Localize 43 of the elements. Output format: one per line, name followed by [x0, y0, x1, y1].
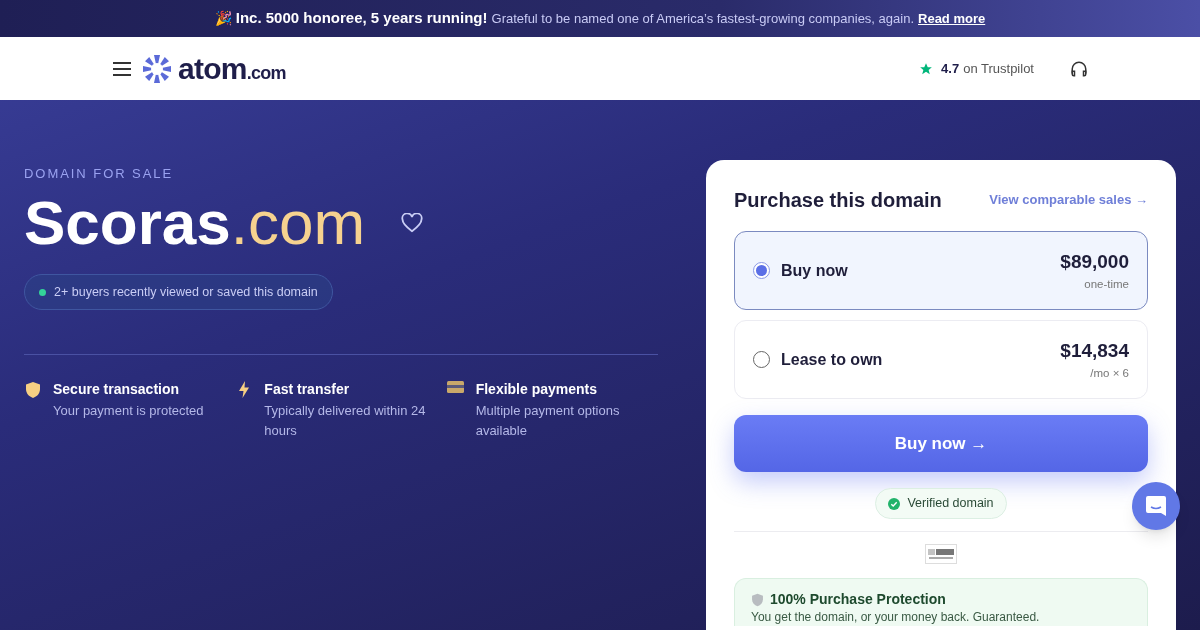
price-option[interactable]: Buy now $89,000 one-time [734, 231, 1148, 310]
verified-text: Verified domain [907, 495, 994, 513]
comparable-sales-link[interactable]: View comparable sales → [989, 190, 1148, 210]
rating-source: on Trustpilot [963, 59, 1034, 78]
read-more-link[interactable]: Read more [918, 8, 986, 29]
shield-icon [751, 592, 764, 607]
feature-description: Your payment is protected [53, 402, 204, 420]
lightning-icon [237, 381, 250, 398]
activity-text: 2+ buyers recently viewed or saved this domain [54, 283, 318, 301]
announcement-text: Grateful to be named one of America’s fastest-growing companies, again. [491, 9, 914, 28]
radio-button[interactable] [753, 351, 770, 368]
protection-title: 100% Purchase Protection [770, 590, 946, 609]
option-label: Lease to own [781, 349, 883, 370]
credit-card-icon [446, 381, 464, 393]
option-label: Buy now [781, 260, 848, 281]
menu-icon[interactable] [112, 60, 132, 77]
feature-description: Multiple payment options available [475, 402, 621, 440]
wire-transfer-icon [925, 544, 957, 564]
heart-icon[interactable] [401, 213, 424, 233]
rating-value: 4.7 [941, 59, 960, 78]
headset-icon[interactable] [1070, 59, 1088, 78]
option-note: one-time [1084, 277, 1129, 293]
feature-title: Secure transaction [53, 380, 181, 399]
announcement-headline: Inc. 5000 honoree, 5 years running! [235, 8, 488, 29]
star-icon [919, 61, 934, 76]
shield-icon [24, 381, 41, 399]
feature-description: Typically delivered within 24 hours [264, 402, 427, 440]
option-price: $14,834 [1060, 338, 1129, 363]
option-price: $89,000 [1060, 249, 1129, 274]
check-circle-icon [888, 497, 901, 510]
card-title: Purchase this domain [734, 188, 942, 213]
chat-icon [1145, 495, 1167, 517]
feature-title: Fast transfer [264, 380, 351, 399]
feature-title: Flexible payments [475, 380, 599, 399]
logo-text[interactable]: atom.com [178, 53, 286, 84]
buy-now-button[interactable]: Buy now → [734, 415, 1148, 472]
protection-text: You get the domain, or your money back. Guaranteed. [751, 610, 1041, 624]
radio-button[interactable] [753, 262, 770, 279]
party-emoji-icon: 🎉 [214, 8, 232, 29]
domain-name: Scoras.com [24, 192, 366, 254]
option-note: /mo × 6 [1090, 366, 1129, 382]
eyebrow-label: DOMAIN FOR SALE [24, 167, 175, 180]
price-option[interactable]: Lease to own $14,834 /mo × 6 [734, 320, 1148, 399]
